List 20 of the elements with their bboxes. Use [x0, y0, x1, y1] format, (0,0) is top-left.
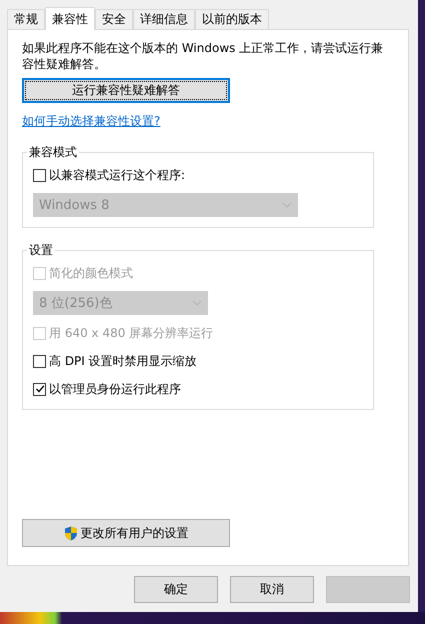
- checkbox-label: 高 DPI 设置时禁用显示缩放: [49, 352, 197, 370]
- checkbox-label: 以管理员身份运行此程序: [49, 380, 181, 398]
- dialog-button[interactable]: 取消: [230, 576, 314, 603]
- checkbox[interactable]: [33, 382, 46, 396]
- help-link[interactable]: 如何手动选择兼容性设置?: [22, 113, 160, 130]
- tab[interactable]: 安全: [95, 9, 133, 29]
- tab[interactable]: 常规: [7, 9, 45, 29]
- checkbox[interactable]: [33, 354, 46, 368]
- checkbox-label: 简化的颜色模式: [49, 264, 133, 282]
- shield-icon: [64, 526, 78, 540]
- checkbox-label: 用 640 x 480 屏幕分辨率运行: [49, 324, 214, 342]
- checkbox-label: 以兼容模式运行这个程序:: [49, 166, 186, 184]
- checkbox[interactable]: [33, 168, 46, 182]
- tab[interactable]: 以前的版本: [195, 9, 269, 29]
- dialog-button[interactable]: 确定: [134, 576, 218, 603]
- tab[interactable]: 详细信息: [133, 9, 195, 29]
- tab[interactable]: 兼容性: [45, 7, 95, 30]
- intro-text: 如果此程序不能在这个版本的 Windows 上正常工作，请尝试运行兼容性疑难解答。: [22, 40, 384, 72]
- troubleshoot-button[interactable]: 运行兼容性疑难解答: [22, 78, 230, 103]
- all-users-button[interactable]: 更改所有用户的设置: [22, 519, 230, 547]
